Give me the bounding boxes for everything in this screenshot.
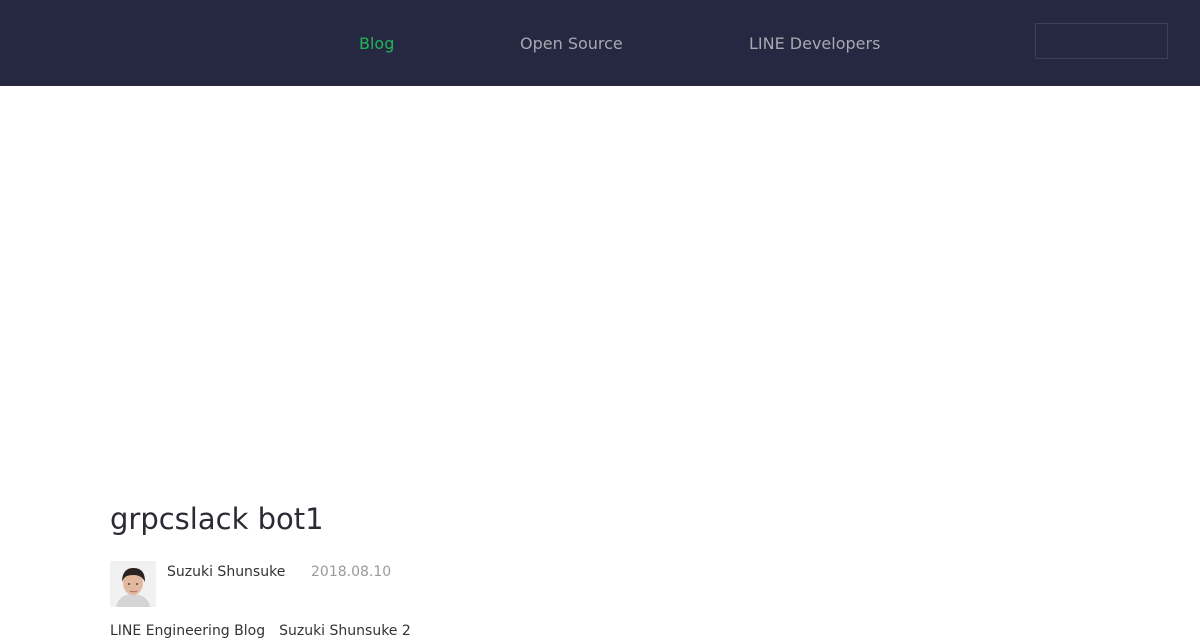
search-input[interactable]	[1035, 23, 1168, 59]
article-hero-image-area	[0, 86, 1200, 476]
nav-link-open-source[interactable]: Open Source	[520, 34, 623, 54]
author-avatar[interactable]	[110, 561, 156, 607]
article-title: grpcslack bot1	[110, 502, 324, 536]
nav-link-blog[interactable]: Blog	[359, 34, 394, 54]
article-excerpt: LINE Engineering Blog Suzuki Shunsuke 2	[110, 623, 411, 639]
published-date: 2018.08.10	[311, 564, 392, 580]
author-name[interactable]: Suzuki Shunsuke	[167, 563, 285, 581]
top-navigation-bar: Blog Open Source LINE Developers	[0, 0, 1200, 86]
nav-link-line-developers[interactable]: LINE Developers	[749, 34, 880, 54]
author-avatar-photo-icon	[110, 561, 156, 607]
